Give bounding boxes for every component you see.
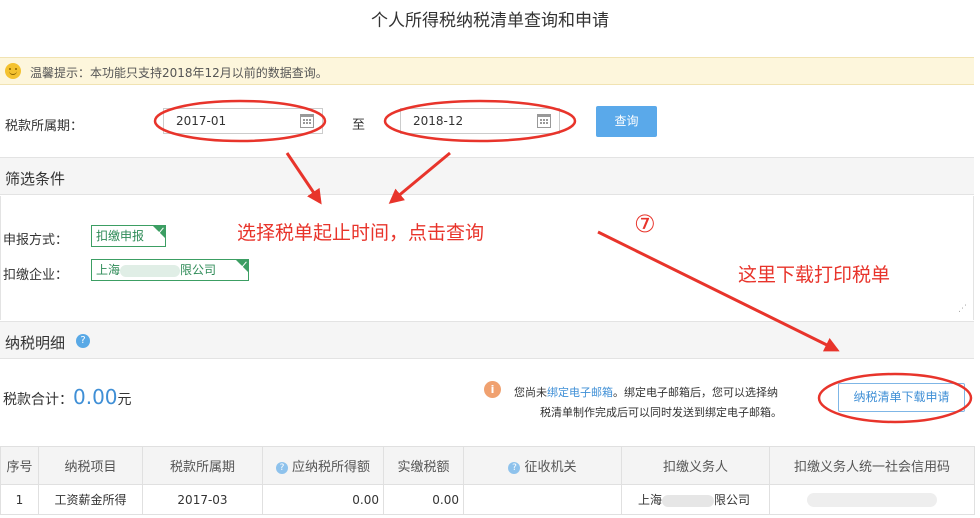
table-row: 1 工资薪金所得 2017-03 0.00 0.00 上海 限公司 [0, 484, 975, 515]
email-note-start: 您尚未 [514, 386, 547, 399]
company-prefix: 上海 [96, 263, 121, 277]
declare-method-tag[interactable]: 扣缴申报 [91, 225, 166, 247]
detail-panel: 税款合计：0.00元 i 您尚未绑定电子邮箱。绑定电子邮箱后，您可以选择纳 税清… [0, 359, 974, 443]
declare-method-label: 申报方式： [3, 233, 69, 248]
column-header: ? 征收机关 [463, 446, 622, 485]
company-suffix: 限公司 [180, 263, 217, 277]
annotation-step-marker: ⑦ [634, 210, 656, 238]
detail-section-header: 纳税明细 ? [0, 321, 974, 359]
filter-section-header: 筛选条件 [0, 157, 974, 195]
help-icon[interactable]: ? [275, 462, 288, 474]
declare-method-value: 扣缴申报 [96, 229, 145, 243]
check-icon [235, 259, 249, 273]
redacted-mark [120, 264, 181, 277]
download-apply-button[interactable]: 纳税清单下载申请 [838, 383, 965, 412]
column-header: 扣缴义务人 [621, 446, 770, 485]
column-header: 扣缴义务人统一社会信用码 [769, 446, 975, 485]
redacted-mark [807, 492, 937, 507]
detail-section-title: 纳税明细 [5, 334, 66, 352]
company-tag[interactable]: 上海 限公司 [91, 259, 249, 281]
help-icon[interactable]: ? [76, 334, 90, 348]
annotation-download-hint: 这里下载打印税单 [738, 264, 891, 286]
redacted-mark [662, 494, 715, 507]
cell-taxable: 0.00 [262, 484, 384, 515]
column-header: 纳税项目 [38, 446, 143, 485]
smile-icon [5, 63, 21, 79]
email-note-middle: 。绑定电子邮箱后，您可以选择纳 [613, 386, 778, 399]
bind-email-link[interactable]: 绑定电子邮箱 [547, 386, 613, 399]
cell-code [769, 484, 975, 515]
tax-total: 税款合计：0.00元 [3, 385, 132, 409]
notice-text: 温馨提示：本功能只支持2018年12月以前的数据查询。 [30, 66, 328, 80]
resize-grip-icon[interactable]: ⋰ [958, 304, 967, 314]
cell-office [463, 484, 622, 515]
notice-bar: 温馨提示：本功能只支持2018年12月以前的数据查询。 [0, 57, 974, 85]
annotation-instruction: 选择税单起止时间，点击查询 [237, 222, 485, 244]
calendar-icon[interactable] [537, 114, 551, 128]
table-header-row: 序号 纳税项目 税款所属期 ? 应纳税所得额 实缴税额 ? 征收机关 扣缴义务人 扣… [0, 446, 975, 485]
query-button[interactable]: 查询 [596, 106, 657, 137]
company-label: 扣缴企业： [3, 268, 69, 283]
tax-total-value: 0.00 [73, 385, 118, 409]
column-header: 实缴税额 [383, 446, 464, 485]
filter-panel: ⋰ [0, 196, 974, 320]
cell-paid: 0.00 [383, 484, 464, 515]
info-icon: i [484, 381, 501, 398]
cell-agent: 上海 限公司 [621, 484, 770, 515]
period-label: 税款所属期： [5, 119, 84, 134]
filter-section-title: 筛选条件 [5, 170, 66, 188]
tax-total-label: 税款合计： [3, 392, 73, 408]
email-notice: 您尚未绑定电子邮箱。绑定电子邮箱后，您可以选择纳 税清单制作完成后可以同时发送到… [514, 383, 814, 423]
page-title: 个人所得税纳税清单查询和申请 [371, 11, 609, 31]
column-header: 序号 [0, 446, 39, 485]
calendar-icon[interactable] [300, 114, 314, 128]
end-date-input[interactable]: 2018-12 [400, 108, 560, 134]
tax-total-unit: 元 [117, 392, 132, 408]
help-icon[interactable]: ? [508, 462, 521, 474]
end-date-value: 2018-12 [413, 114, 464, 128]
cell-no: 1 [0, 484, 39, 515]
start-date-input[interactable]: 2017-01 [163, 108, 323, 134]
cell-item: 工资薪金所得 [38, 484, 143, 515]
start-date-value: 2017-01 [176, 114, 227, 128]
tax-detail-table: 序号 纳税项目 税款所属期 ? 应纳税所得额 实缴税额 ? 征收机关 扣缴义务人 扣… [0, 446, 975, 515]
column-header: ? 应纳税所得额 [262, 446, 384, 485]
check-icon [152, 225, 166, 239]
period-separator: 至 [352, 118, 366, 133]
column-header: 税款所属期 [142, 446, 263, 485]
email-note-end: 税清单制作完成后可以同时发送到绑定电子邮箱。 [540, 406, 782, 419]
cell-period: 2017-03 [142, 484, 263, 515]
